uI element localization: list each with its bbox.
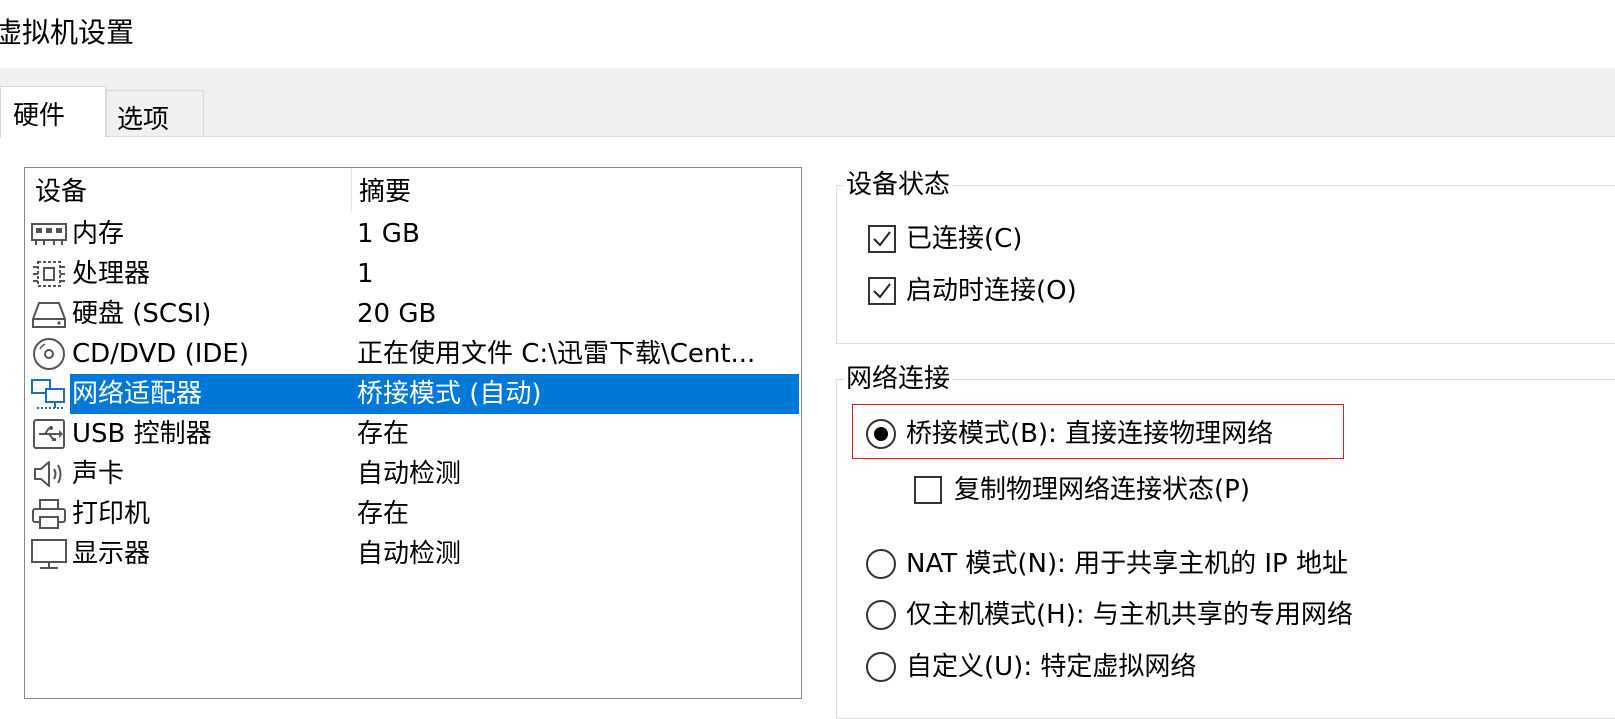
device-summary: 20 GB bbox=[357, 299, 437, 329]
device-name: USB 控制器 bbox=[72, 419, 212, 449]
device-name: 处理器 bbox=[72, 259, 151, 289]
device-row-display[interactable]: 显示器 自动检测 bbox=[25, 534, 801, 574]
printer-icon bbox=[32, 499, 66, 529]
nat-radio[interactable] bbox=[866, 549, 896, 579]
radio-selected-dot bbox=[874, 427, 888, 441]
usb-icon bbox=[33, 419, 65, 449]
monitor-icon bbox=[31, 539, 67, 569]
host-only-radio[interactable] bbox=[866, 600, 896, 630]
network-connection-label: 网络连接 bbox=[844, 364, 953, 394]
network-adapter-icon bbox=[31, 379, 65, 409]
device-row-printer[interactable]: 打印机 存在 bbox=[25, 494, 801, 534]
connected-label[interactable]: 已连接(C) bbox=[906, 222, 1022, 256]
device-row-memory[interactable]: 内存 1 GB bbox=[25, 214, 801, 254]
device-name: CD/DVD (IDE) bbox=[72, 339, 249, 369]
replicate-state-label[interactable]: 复制物理网络连接状态(P) bbox=[954, 473, 1250, 507]
device-name: 硬盘 (SCSI) bbox=[72, 299, 212, 329]
tab-options[interactable]: 选项 bbox=[106, 90, 204, 136]
hard-disk-icon bbox=[32, 302, 66, 328]
tab-hardware[interactable]: 硬件 bbox=[0, 86, 106, 138]
device-row-cd-dvd[interactable]: CD/DVD (IDE) 正在使用文件 C:\迅雷下载\Cent... bbox=[25, 334, 801, 374]
device-summary: 正在使用文件 C:\迅雷下载\Cent... bbox=[357, 339, 756, 369]
device-summary: 1 GB bbox=[357, 219, 420, 249]
device-summary: 桥接模式 (自动) bbox=[357, 379, 542, 409]
device-summary: 自动检测 bbox=[357, 459, 462, 489]
column-header-device[interactable]: 设备 bbox=[25, 168, 361, 212]
device-list[interactable]: 设备 摘要 内存 1 GB 处理器 1 硬盘 (SCSI) 20 GB CD/D… bbox=[24, 167, 802, 699]
device-row-hard-disk[interactable]: 硬盘 (SCSI) 20 GB bbox=[25, 294, 801, 334]
connected-checkbox[interactable] bbox=[868, 225, 896, 253]
window-title: 虚拟机设置 bbox=[0, 16, 135, 49]
device-row-processor[interactable]: 处理器 1 bbox=[25, 254, 801, 294]
host-only-label[interactable]: 仅主机模式(H): 与主机共享的专用网络 bbox=[906, 598, 1353, 632]
bridged-radio[interactable] bbox=[866, 419, 896, 449]
nat-label[interactable]: NAT 模式(N): 用于共享主机的 IP 地址 bbox=[906, 547, 1348, 581]
device-row-sound-card[interactable]: 声卡 自动检测 bbox=[25, 454, 801, 494]
device-summary: 自动检测 bbox=[357, 539, 462, 569]
device-name: 声卡 bbox=[72, 459, 125, 489]
checkmark-icon bbox=[873, 231, 891, 247]
device-row-network-adapter[interactable]: 网络适配器 桥接模式 (自动) bbox=[25, 374, 801, 414]
custom-label[interactable]: 自定义(U): 特定虚拟网络 bbox=[906, 650, 1196, 684]
replicate-state-checkbox[interactable] bbox=[914, 476, 942, 504]
device-summary: 1 bbox=[357, 259, 374, 289]
cd-dvd-icon bbox=[33, 338, 65, 370]
bridged-label[interactable]: 桥接模式(B): 直接连接物理网络 bbox=[906, 417, 1273, 451]
connect-on-start-label[interactable]: 启动时连接(O) bbox=[906, 274, 1077, 308]
column-header-summary[interactable]: 摘要 bbox=[351, 168, 801, 212]
checkmark-icon bbox=[873, 283, 891, 299]
device-name: 网络适配器 bbox=[72, 379, 203, 409]
device-row-usb[interactable]: USB 控制器 存在 bbox=[25, 414, 801, 454]
memory-icon bbox=[31, 223, 67, 245]
processor-icon bbox=[33, 261, 65, 287]
device-summary: 存在 bbox=[357, 419, 410, 449]
speaker-icon bbox=[34, 461, 62, 487]
device-status-label: 设备状态 bbox=[844, 170, 953, 200]
custom-radio[interactable] bbox=[866, 652, 896, 682]
device-summary: 存在 bbox=[357, 499, 410, 529]
tab-bar bbox=[0, 68, 1615, 137]
device-name: 内存 bbox=[72, 219, 125, 249]
connect-on-start-checkbox[interactable] bbox=[868, 277, 896, 305]
device-status-group bbox=[836, 185, 1615, 344]
device-name: 打印机 bbox=[72, 499, 151, 529]
device-name: 显示器 bbox=[72, 539, 151, 569]
